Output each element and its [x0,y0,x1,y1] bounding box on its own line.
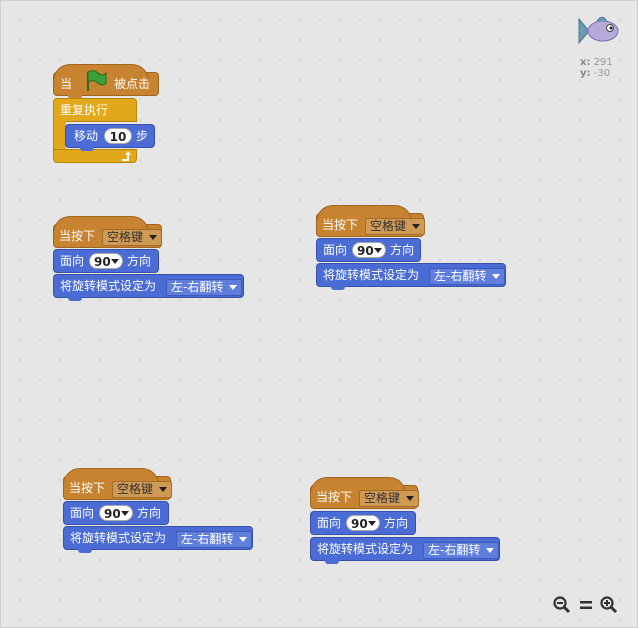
key-pressed-prefix: 当按下 [59,229,96,243]
direction-input[interactable]: 90 [89,253,123,269]
hat-prefix: 当 [60,77,73,91]
direction-value: 90 [351,517,368,531]
sprite-thumbnail [577,13,621,49]
rotation-style-value: 左-右翻转 [434,269,487,283]
zoom-in-icon [600,596,618,614]
zoom-reset-button[interactable] [576,595,596,615]
rotation-prefix: 将旋转模式设定为 [323,268,420,282]
key-dropdown-value: 空格键 [117,482,154,496]
hat-suffix: 被点击 [114,77,151,91]
chevron-down-icon [406,496,415,501]
y-label: y: [580,68,591,79]
when-key-pressed-block[interactable]: 当按下 空格键 [53,216,163,248]
zoom-reset-icon [580,601,592,609]
move-steps-input[interactable]: 10 [104,128,132,144]
rotation-style-value: 左-右翻转 [171,280,224,294]
chevron-down-icon [229,285,238,290]
point-prefix: 面向 [323,243,348,257]
move-steps-block[interactable]: 移动 10 步 [65,124,155,151]
point-in-direction-block[interactable]: 面向 90 方向 [310,511,416,535]
direction-input[interactable]: 90 [99,505,133,521]
key-dropdown-value: 空格键 [107,230,144,244]
chevron-down-icon [121,511,129,516]
point-suffix: 方向 [384,516,409,530]
direction-value: 90 [357,244,374,258]
key-dropdown[interactable]: 空格键 [112,481,173,498]
key-pressed-prefix: 当按下 [316,490,353,504]
chevron-down-icon [486,548,495,553]
chevron-down-icon [368,521,376,526]
direction-value: 90 [94,255,111,269]
key-dropdown[interactable]: 空格键 [102,229,163,246]
direction-input[interactable]: 90 [346,515,380,531]
when-key-pressed-block[interactable]: 当按下 空格键 [63,468,173,500]
move-prefix: 移动 [74,129,99,143]
point-in-direction-block[interactable]: 面向 90 方向 [316,238,421,262]
rotation-style-dropdown[interactable]: 左-右翻转 [423,542,500,559]
forever-label: 重复执行 [60,103,109,117]
rotation-style-dropdown[interactable]: 左-右翻转 [429,268,506,285]
rotation-style-value: 左-右翻转 [428,543,481,557]
set-rotation-style-block[interactable]: 将旋转模式设定为 左-右翻转 [63,526,253,553]
loop-arrow-icon [122,151,131,161]
script-area[interactable]: x: 291 y: -30 当 被点击 重复执行 移动 10 步 当按下 空格键… [0,0,638,628]
key-dropdown[interactable]: 空格键 [359,490,420,507]
chevron-down-icon [374,248,382,253]
point-in-direction-block[interactable]: 面向 90 方向 [63,501,169,525]
x-value: 291 [593,57,613,68]
point-prefix: 面向 [70,506,95,520]
move-suffix: 步 [136,129,149,143]
zoom-out-icon [553,596,571,614]
y-value: -30 [593,68,611,79]
rotation-style-value: 左-右翻转 [181,532,234,546]
rotation-style-dropdown[interactable]: 左-右翻转 [166,279,243,296]
key-dropdown-value: 空格键 [370,219,407,233]
key-pressed-prefix: 当按下 [69,481,106,495]
set-rotation-style-block[interactable]: 将旋转模式设定为 左-右翻转 [316,263,506,290]
fish-sprite-icon [578,16,619,45]
chevron-down-icon [149,235,158,240]
when-key-pressed-block[interactable]: 当按下 空格键 [316,205,426,237]
chevron-down-icon [412,224,421,229]
point-suffix: 方向 [137,506,162,520]
point-suffix: 方向 [127,254,152,268]
chevron-down-icon [239,537,248,542]
chevron-down-icon [111,259,119,264]
zoom-out-button[interactable] [552,595,572,615]
rotation-prefix: 将旋转模式设定为 [60,279,157,293]
set-rotation-style-block[interactable]: 将旋转模式设定为 左-右翻转 [53,274,244,301]
set-rotation-style-block[interactable]: 将旋转模式设定为 左-右翻转 [310,537,500,564]
green-flag-icon [87,70,107,91]
key-pressed-prefix: 当按下 [322,218,359,232]
direction-value: 90 [104,507,121,521]
when-flag-clicked-block[interactable]: 当 被点击 [53,64,159,99]
chevron-down-icon [492,274,501,279]
rotation-style-dropdown[interactable]: 左-右翻转 [176,531,253,548]
chevron-down-icon [159,487,168,492]
direction-input[interactable]: 90 [352,242,386,258]
key-dropdown-value: 空格键 [364,491,401,505]
point-prefix: 面向 [317,516,342,530]
zoom-in-button[interactable] [599,595,619,615]
key-dropdown[interactable]: 空格键 [365,218,426,235]
when-key-pressed-block[interactable]: 当按下 空格键 [310,477,420,509]
rotation-prefix: 将旋转模式设定为 [70,531,167,545]
point-prefix: 面向 [60,254,85,268]
rotation-prefix: 将旋转模式设定为 [317,542,414,556]
point-suffix: 方向 [390,243,415,257]
x-label: x: [580,57,591,68]
sprite-coords: x: 291 y: -30 [580,57,613,79]
point-in-direction-block[interactable]: 面向 90 方向 [53,249,159,273]
